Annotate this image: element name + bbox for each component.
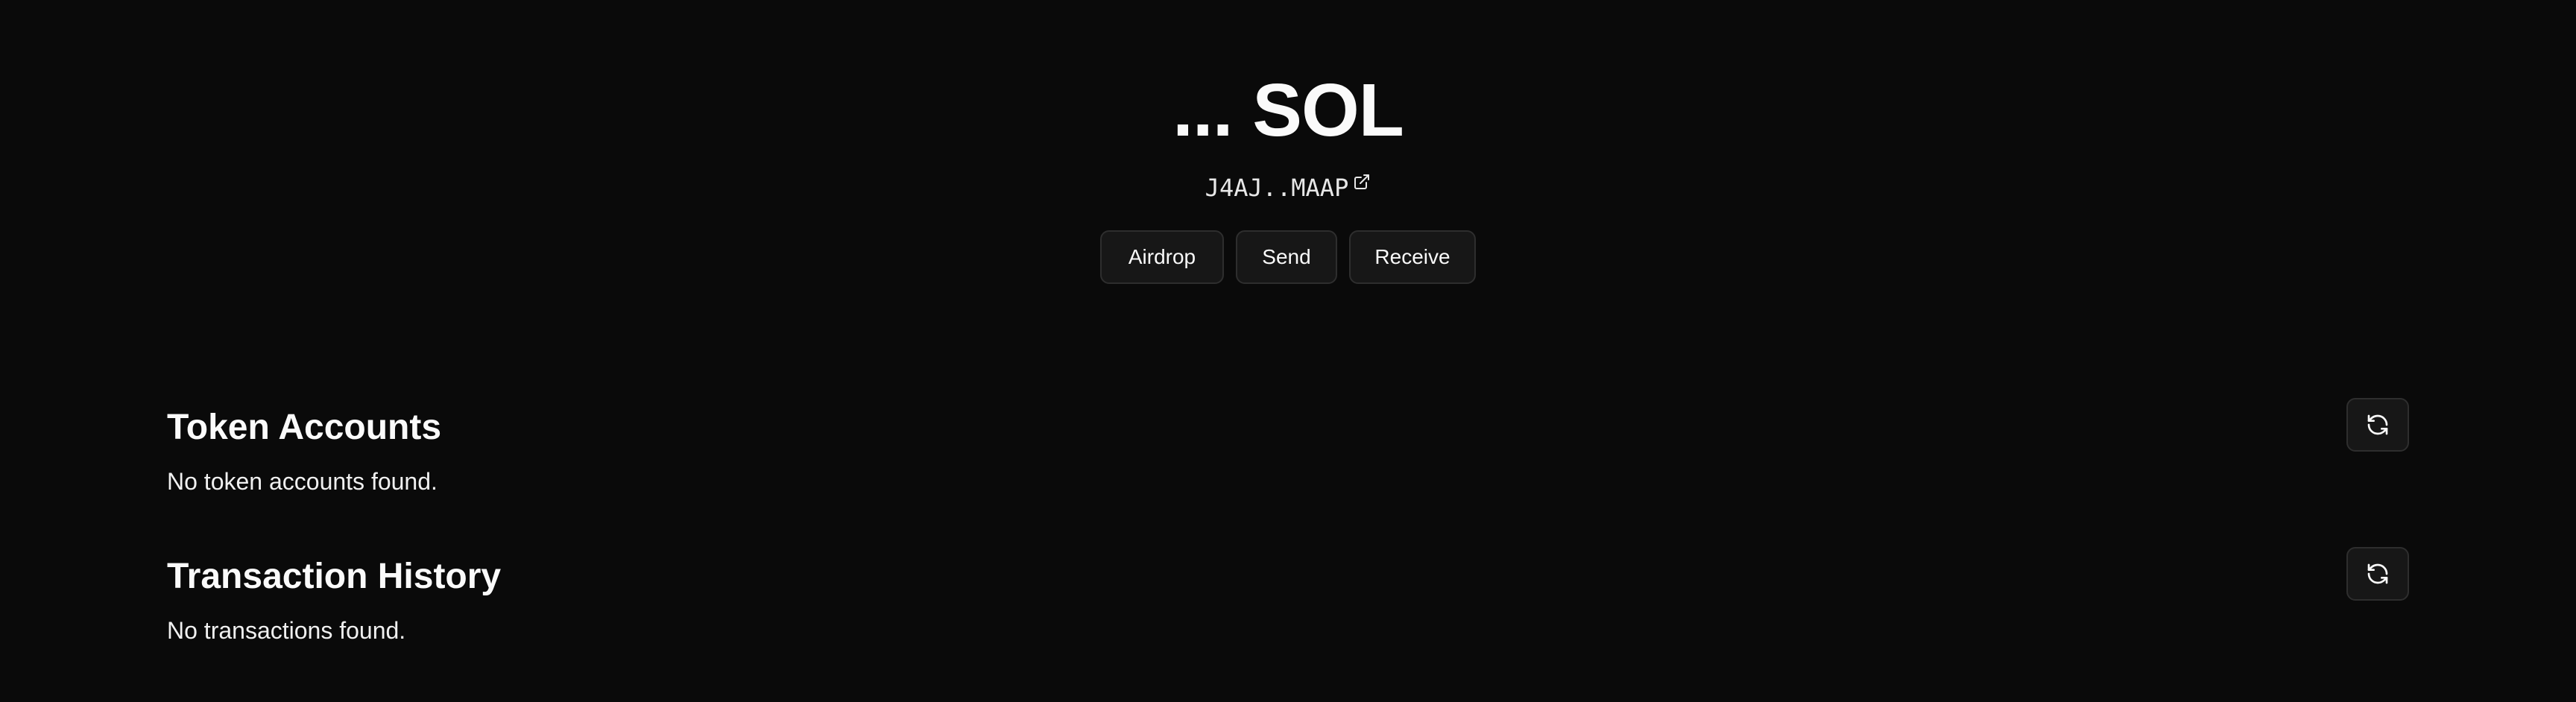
send-button[interactable]: Send: [1236, 230, 1337, 284]
token-accounts-empty-message: No token accounts found.: [167, 468, 438, 495]
refresh-icon: [2367, 563, 2388, 584]
account-page: ... SOL J4AJ..MAAP Airdrop Send Receive …: [0, 0, 2576, 702]
sol-balance: ... SOL: [1172, 69, 1404, 152]
token-accounts-section: Token Accounts No token accounts found.: [167, 398, 2409, 508]
refresh-icon: [2367, 414, 2388, 435]
external-link-icon[interactable]: [1353, 173, 1371, 191]
transaction-history-section: Transaction History No transactions foun…: [167, 547, 2409, 657]
account-address-link[interactable]: J4AJ..MAAP: [1205, 167, 1349, 209]
refresh-token-accounts-button[interactable]: [2346, 398, 2409, 452]
transactions-empty-message: No transactions found.: [167, 617, 406, 644]
transaction-history-title: Transaction History: [167, 557, 502, 596]
token-accounts-title: Token Accounts: [167, 408, 442, 447]
refresh-transactions-button[interactable]: [2346, 547, 2409, 601]
airdrop-button[interactable]: Airdrop: [1100, 230, 1224, 284]
receive-button[interactable]: Receive: [1349, 230, 1476, 284]
wallet-actions: Airdrop Send Receive: [0, 230, 2576, 284]
address-row: J4AJ..MAAP: [0, 167, 2576, 209]
